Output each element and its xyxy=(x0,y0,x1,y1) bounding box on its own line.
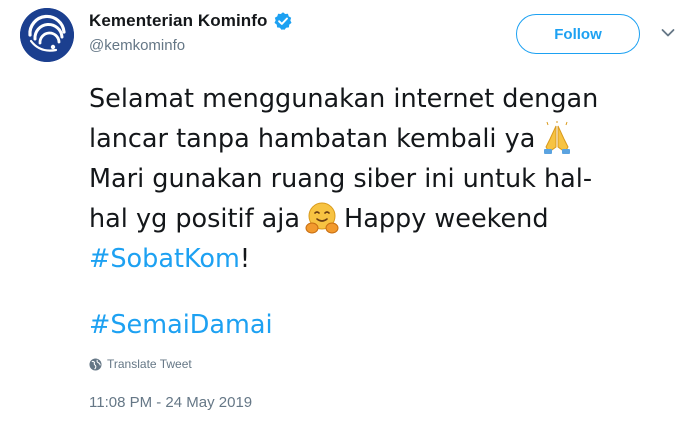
tweet-text-segment: ! xyxy=(239,244,251,274)
author-display-name[interactable]: Kementerian Kominfo xyxy=(89,11,268,31)
globe-icon xyxy=(89,357,102,371)
tweet-text-segment: lancar tanpa hambatan kembali ya xyxy=(89,124,536,154)
tweet-text: Selamat menggunakan internet dengan lanc… xyxy=(89,79,689,279)
author-name-row: Kementerian Kominfo xyxy=(89,11,293,31)
follow-button[interactable]: Follow xyxy=(516,14,640,54)
tweet-text-segment: Selamat menggunakan internet dengan xyxy=(89,84,599,114)
author-info: Kementerian Kominfo @kemkominfo xyxy=(89,11,293,54)
translate-label: Translate Tweet xyxy=(107,357,192,371)
verified-badge-icon xyxy=(274,12,292,30)
avatar[interactable] xyxy=(20,8,74,62)
chevron-down-icon[interactable] xyxy=(661,28,675,38)
folded-hands-emoji-icon xyxy=(544,121,571,154)
tweet-timestamp[interactable]: 11:08 PM - 24 May 2019 xyxy=(89,394,252,411)
tweet-text-segment: Happy weekend xyxy=(344,204,549,234)
hugging-face-emoji-icon xyxy=(305,202,339,234)
tweet-line: #SobatKom! xyxy=(89,239,689,279)
tweet-line: Selamat menggunakan internet dengan xyxy=(89,79,689,119)
translate-tweet-button[interactable]: Translate Tweet xyxy=(89,357,192,371)
hashtag-link[interactable]: #SemaiDamai xyxy=(89,310,273,340)
tweet-text-segment: Mari gunakan ruang siber ini untuk hal- xyxy=(89,164,593,194)
tweet-text-segment: hal yg positif aja xyxy=(89,204,301,234)
tweet-line: Mari gunakan ruang siber ini untuk hal- xyxy=(89,159,689,199)
tweet-line: lancar tanpa hambatan kembali ya xyxy=(89,119,689,159)
tweet-line: hal yg positif aja Happy weekend xyxy=(89,199,689,239)
author-handle[interactable]: @kemkominfo xyxy=(89,37,293,54)
tweet-card: Kementerian Kominfo @kemkominfo Follow S… xyxy=(0,0,700,437)
hashtag-link[interactable]: #SobatKom xyxy=(89,239,240,279)
kominfo-logo-icon xyxy=(20,8,74,62)
